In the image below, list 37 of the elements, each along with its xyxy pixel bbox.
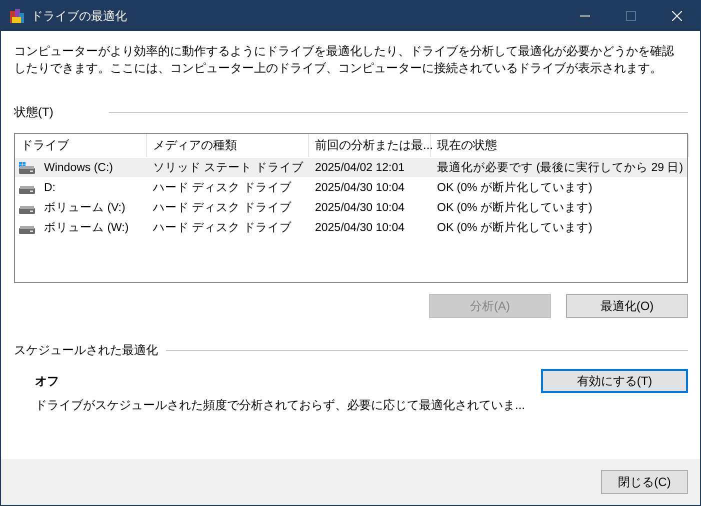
drive-status: OK (0% が断片化しています) <box>436 200 594 215</box>
section-label: スケジュールされた最適化 <box>14 342 159 359</box>
close-icon <box>672 11 682 21</box>
drive-row[interactable]: ボリューム (V:) ハード ディスク ドライブ 2025/04/30 10:04 OK (0% が断片化しています) <box>15 198 687 217</box>
last-run: 2025/04/30 10:04 <box>314 182 406 194</box>
drive-status: 最適化が必要です (最後に実行してから 29 日) <box>436 160 684 175</box>
close-button[interactable]: 閉じる(C) <box>601 470 688 494</box>
media-type: ハード ディスク ドライブ <box>152 200 292 215</box>
drive-row[interactable]: D: ハード ディスク ドライブ 2025/04/30 10:04 OK (0% が断片化しています) <box>15 178 687 197</box>
app-icon <box>9 8 25 24</box>
drive-name: D: <box>43 182 56 194</box>
column-header[interactable]: 現在の状態 <box>431 134 689 157</box>
last-run: 2025/04/30 10:04 <box>314 202 406 214</box>
system-drive-icon <box>19 162 35 174</box>
window-title: ドライブの最適化 <box>31 8 128 24</box>
drive-name: Windows (C:) <box>43 162 114 174</box>
drive-name: ボリューム (W:) <box>43 221 129 235</box>
section-label: 状態(T) <box>14 104 54 121</box>
drive-row[interactable]: ボリューム (W:) ハード ディスク ドライブ 2025/04/30 10:04 OK (0% が断片化しています) <box>15 218 687 237</box>
schedule-state: オフ <box>35 372 60 390</box>
drive-status: OK (0% が断片化しています) <box>436 220 594 235</box>
description-text: コンピューターがより効率的に動作するようにドライブを最適化したり、ドライブを分析して最適化が必要かどうかを確認したりできます。ここには、コンピューター上のドライブ、コンピューターに接続されているドライブが表示されます。 <box>14 43 675 77</box>
schedule-detail: ドライブがスケジュールされた頻度で分析されておらず、必要に応じて最適化されていま... <box>34 397 526 414</box>
media-type: ソリッド ステート ドライブ <box>152 160 304 175</box>
column-header[interactable]: ドライブ <box>15 134 147 157</box>
action-button[interactable]: 最適化(O) <box>566 294 688 318</box>
maximize-icon <box>626 11 636 21</box>
media-type: ハード ディスク ドライブ <box>152 220 292 235</box>
media-type: ハード ディスク ドライブ <box>152 180 292 195</box>
drive-name: ボリューム (V:) <box>43 201 126 215</box>
enable-button[interactable]: 有効にする(T) <box>541 369 688 393</box>
last-run: 2025/04/30 10:04 <box>314 222 406 234</box>
drive-status: OK (0% が断片化しています) <box>436 180 594 195</box>
column-header[interactable]: 前回の分析または最... <box>309 134 431 157</box>
last-run: 2025/04/02 12:01 <box>314 162 406 174</box>
column-header[interactable]: メディアの種類 <box>147 134 309 157</box>
drive-row[interactable]: Windows (C:) ソリッド ステート ドライブ 2025/04/02 12:01 最適化が必要です (最後に実行してから 29 日) <box>15 158 687 177</box>
